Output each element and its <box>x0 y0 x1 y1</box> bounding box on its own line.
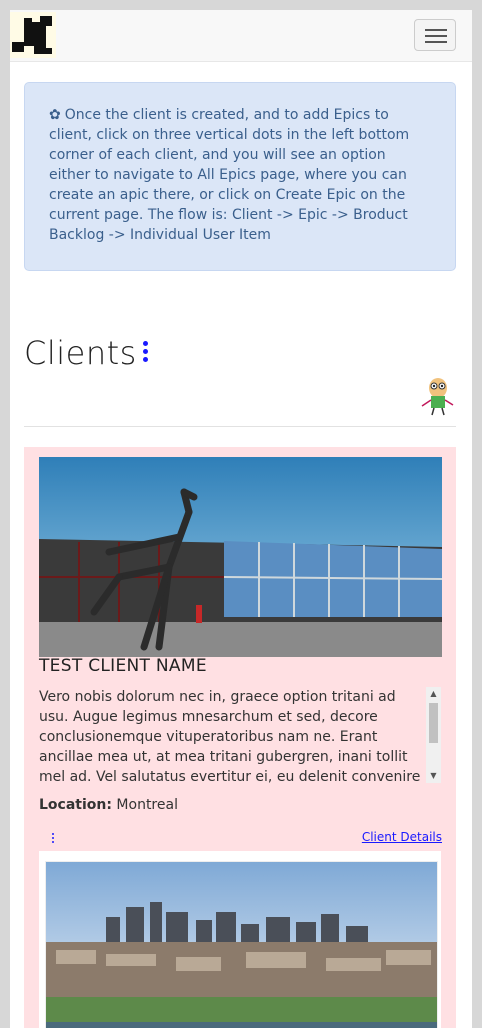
client-details-link[interactable]: Client Details <box>362 830 442 844</box>
menu-icon <box>425 29 447 31</box>
scroll-up-icon[interactable]: ▲ <box>426 687 441 701</box>
info-text: Once the client is created, and to add E… <box>49 107 410 243</box>
gear-icon: ✿ <box>49 107 61 123</box>
divider <box>24 426 456 427</box>
menu-toggle-button[interactable] <box>414 19 456 51</box>
client-options-icon[interactable] <box>51 833 55 845</box>
client-photo <box>45 861 438 1028</box>
client-card: TEST CLIENT NAME Vero nobis dolorum nec … <box>24 447 456 851</box>
location-value: Montreal <box>116 797 178 813</box>
client-photo <box>39 457 442 657</box>
clients-options-icon[interactable] <box>142 341 148 365</box>
client-description: Vero nobis dolorum nec in, graece option… <box>39 689 421 783</box>
page-title: Clients <box>24 334 137 372</box>
client-location: Location: Montreal <box>39 797 178 813</box>
description-scrollbar[interactable]: ▲ ▼ <box>426 687 441 783</box>
navbar <box>10 10 472 62</box>
client-card <box>24 851 456 1028</box>
scroll-down-icon[interactable]: ▼ <box>426 769 441 783</box>
page: ✿ Once the client is created, and to add … <box>10 10 472 1028</box>
brand-logo[interactable] <box>10 12 56 58</box>
scroll-thumb[interactable] <box>429 703 438 743</box>
client-name: TEST CLIENT NAME <box>39 656 207 676</box>
mascot-icon <box>421 378 454 416</box>
info-alert: ✿ Once the client is created, and to add … <box>24 82 456 271</box>
location-label: Location: <box>39 797 112 813</box>
